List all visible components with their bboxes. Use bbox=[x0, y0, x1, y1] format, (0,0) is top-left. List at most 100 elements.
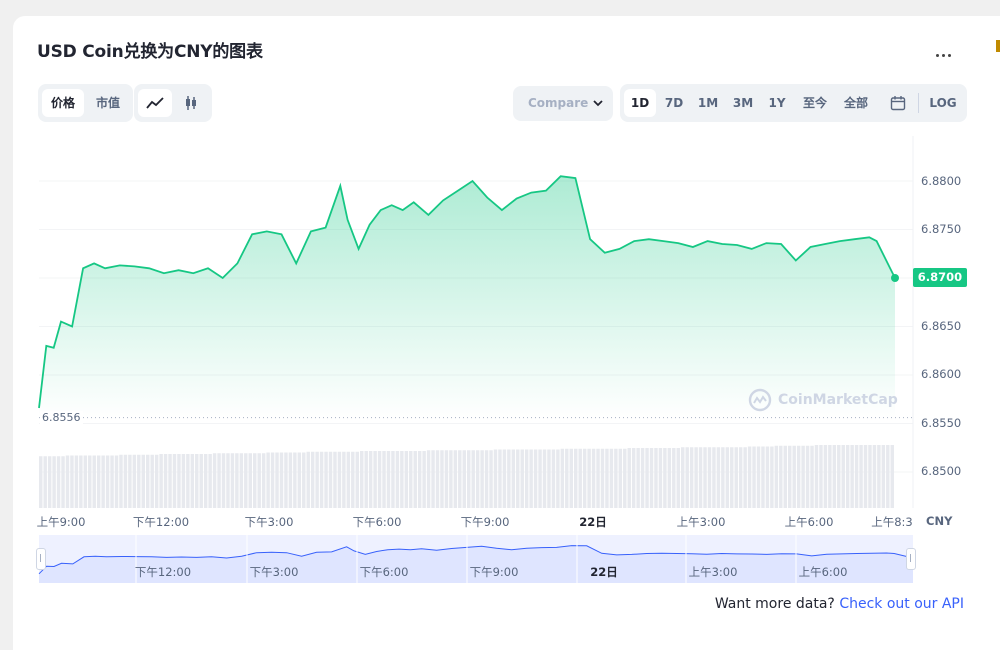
volume-bar bbox=[360, 451, 364, 508]
volume-bar bbox=[177, 454, 181, 508]
volume-bar bbox=[279, 452, 284, 508]
volume-bar bbox=[422, 451, 426, 508]
volume-bar bbox=[168, 454, 172, 508]
x-tick-label: 下午6:00 bbox=[352, 515, 402, 529]
x-tick-label: 下午3:00 bbox=[244, 515, 294, 529]
volume-bar bbox=[471, 450, 475, 508]
volume-bar bbox=[150, 454, 154, 508]
volume-bar bbox=[694, 447, 698, 508]
volume-bar bbox=[261, 453, 266, 508]
volume-bar bbox=[400, 451, 404, 508]
volume-bar bbox=[417, 451, 422, 508]
navigator-tick-label: 22日 bbox=[590, 565, 618, 579]
volume-bar bbox=[328, 451, 333, 508]
volume-bar bbox=[70, 455, 74, 508]
volume-bar bbox=[217, 453, 221, 508]
volume-bar bbox=[128, 454, 132, 508]
volume-bar bbox=[765, 446, 770, 508]
volume-bar bbox=[658, 448, 663, 508]
api-link[interactable]: Check out our API bbox=[839, 596, 964, 612]
volume-bar bbox=[587, 448, 591, 508]
volume-bar bbox=[547, 449, 551, 508]
volume-bar bbox=[96, 455, 101, 508]
volume-bar bbox=[493, 449, 498, 508]
volume-bar bbox=[333, 451, 337, 508]
volume-bar bbox=[850, 445, 854, 508]
volume-bar bbox=[270, 452, 275, 508]
watermark-text: CoinMarketCap bbox=[778, 392, 898, 408]
volume-bar bbox=[890, 445, 894, 508]
volume-bar bbox=[689, 447, 694, 508]
volume-bar bbox=[721, 447, 725, 508]
volume-bar bbox=[315, 451, 319, 508]
volume-bar bbox=[395, 451, 400, 508]
y-tick-label: 6.8800 bbox=[921, 174, 962, 188]
navigator-left-handle[interactable] bbox=[36, 548, 46, 570]
volume-bar bbox=[819, 445, 823, 508]
volume-bar bbox=[293, 452, 297, 508]
volume-bar bbox=[203, 454, 208, 508]
volume-bar bbox=[814, 445, 819, 508]
volume-bar bbox=[511, 449, 516, 508]
volume-bar bbox=[498, 449, 502, 508]
volume-bar bbox=[725, 447, 730, 508]
volume-bar bbox=[449, 450, 453, 508]
volume-bar bbox=[636, 448, 640, 508]
volume-bar bbox=[734, 447, 738, 508]
baseline-price-label: 6.8556 bbox=[40, 411, 83, 424]
volume-bar bbox=[52, 456, 56, 508]
volume-bar bbox=[516, 449, 520, 508]
y-tick-label: 6.8550 bbox=[921, 416, 962, 430]
volume-bar bbox=[801, 445, 805, 508]
volume-bar bbox=[88, 455, 92, 508]
volume-bar bbox=[569, 448, 573, 508]
volume-bar bbox=[337, 451, 342, 508]
volume-bar bbox=[47, 456, 52, 508]
volume-bar bbox=[520, 449, 524, 508]
volume-bar bbox=[716, 447, 721, 508]
price-chart[interactable] bbox=[0, 0, 1000, 650]
volume-bar bbox=[596, 448, 600, 508]
volume-bar bbox=[475, 450, 480, 508]
volume-bar bbox=[426, 450, 431, 508]
navigator-tick-label: 上午3:00 bbox=[688, 565, 738, 579]
volume-bar bbox=[435, 450, 440, 508]
volume-bar bbox=[297, 452, 302, 508]
volume-bar bbox=[467, 450, 471, 508]
volume-bar bbox=[92, 455, 96, 508]
navigator-tick-label: 下午6:00 bbox=[359, 565, 409, 579]
navigator-tick-label: 上午6:00 bbox=[798, 565, 848, 579]
volume-bar bbox=[39, 456, 43, 508]
volume-bar bbox=[841, 445, 845, 508]
volume-bar bbox=[110, 455, 114, 508]
volume-bar bbox=[101, 455, 105, 508]
volume-bar bbox=[582, 448, 587, 508]
coinmarketcap-logo-icon bbox=[748, 388, 772, 412]
volume-bar bbox=[877, 445, 881, 508]
volume-bar bbox=[556, 449, 560, 508]
volume-bar bbox=[618, 448, 623, 508]
x-tick-label: 上午3:00 bbox=[676, 515, 726, 529]
navigator-tick-label: 下午12:00 bbox=[134, 565, 192, 579]
volume-bar bbox=[368, 451, 373, 508]
volume-bar bbox=[640, 448, 645, 508]
volume-bar bbox=[248, 453, 252, 508]
volume-bar bbox=[712, 447, 716, 508]
volume-bar bbox=[382, 451, 386, 508]
volume-bar bbox=[845, 445, 850, 508]
volume-bar bbox=[154, 454, 159, 508]
volume-bar bbox=[172, 454, 177, 508]
footer: Want more data? Check out our API bbox=[715, 596, 964, 612]
volume-bar bbox=[730, 447, 734, 508]
volume-bar bbox=[667, 448, 672, 508]
volume-bar bbox=[212, 453, 217, 508]
volume-bar bbox=[239, 453, 244, 508]
volume-bar bbox=[302, 452, 306, 508]
volume-bar bbox=[663, 448, 667, 508]
volume-bar bbox=[351, 451, 355, 508]
volume-bar bbox=[489, 450, 493, 508]
volume-bar bbox=[253, 453, 257, 508]
volume-bar bbox=[747, 446, 752, 508]
volume-bar bbox=[810, 445, 814, 508]
navigator-right-handle[interactable] bbox=[906, 548, 916, 570]
